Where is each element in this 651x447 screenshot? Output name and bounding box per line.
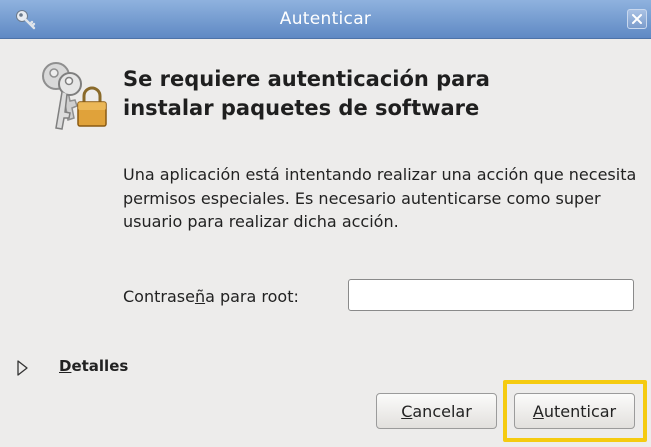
cancel-button[interactable]: Cancelar [376, 393, 497, 429]
cancel-button-mnemonic: C [401, 401, 413, 421]
auth-dialog-window: Autenticar Se requiere autenticación par… [0, 0, 651, 447]
keys-lock-icon [34, 58, 110, 138]
dialog-heading: Se requiere autenticación para instalar … [123, 67, 490, 120]
password-label: Contraseña para root: [123, 287, 299, 306]
triangle-right-icon [17, 360, 28, 376]
password-label-end: a para root: [205, 287, 299, 306]
password-input[interactable] [348, 279, 634, 311]
password-label-mnemonic: ñ [194, 287, 206, 306]
close-icon [632, 14, 642, 24]
window-title: Autenticar [279, 9, 372, 29]
title-bar[interactable]: Autenticar [0, 0, 651, 39]
details-label-rest: etalles [71, 357, 129, 375]
focus-highlight [503, 380, 647, 442]
details-label-mnemonic: D [59, 357, 72, 375]
details-label: Detalles [59, 357, 128, 375]
cancel-button-label-rest: ancelar [412, 401, 472, 421]
close-button[interactable] [627, 9, 647, 29]
password-label-start: Contrase [123, 287, 195, 306]
dialog-message: Una aplicación está intentando realizar … [123, 165, 637, 231]
